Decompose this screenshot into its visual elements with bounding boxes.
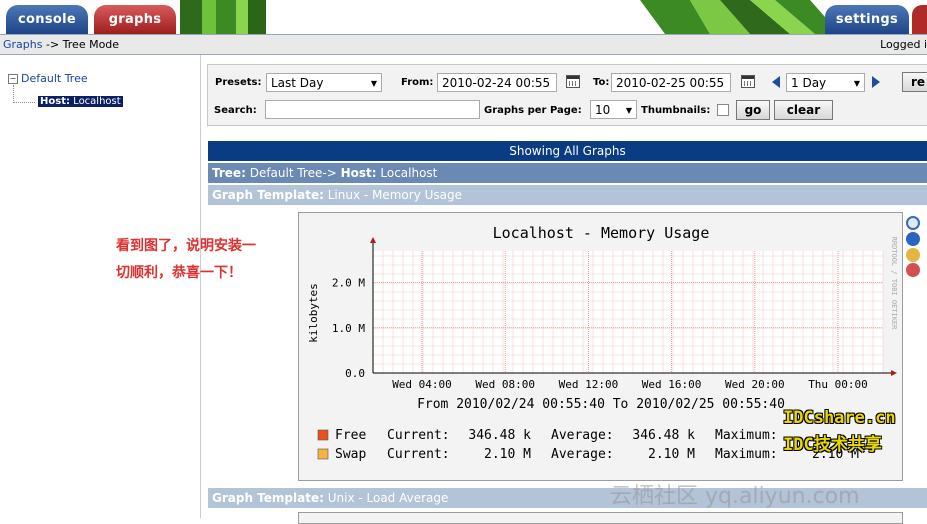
tab-edge-decoration [912,5,927,34]
legend-series-name: Free [335,428,366,443]
graph-template-header: Graph Template: Linux - Memory Usage [208,185,927,205]
legend-average-label: Average: [551,447,614,462]
chevron-down-icon: ▼ [853,79,860,88]
y-tick-label: 0.0 [345,367,365,380]
breadcrumb-separator: -> [45,38,60,51]
graph-template-prefix: Graph Template: [212,188,324,202]
x-tick-label: Wed 08:00 [475,378,535,391]
legend-maximum-label: Maximum: [715,428,778,443]
calendar-icon[interactable] [566,75,580,88]
to-date-input[interactable]: 2010-02-25 00:55 [611,73,731,92]
shift-left-icon[interactable] [772,76,780,88]
graph-template-prefix: Graph Template: [212,491,324,505]
graphs-per-page-label: Graphs per Page: [484,105,582,116]
calendar-icon[interactable] [741,75,755,88]
timespan-icon[interactable] [906,263,920,277]
x-tick-label: Wed 20:00 [725,378,785,391]
presets-label: Presets: [215,77,262,88]
host-prefix: Host: [340,166,377,180]
chart-title: Localhost - Memory Usage [493,224,710,242]
legend-swatch [317,448,329,460]
y-tick-label: 1.0 M [332,322,365,335]
graphs-per-page-value: 10 [595,103,611,117]
timespan-value: 1 Day [791,76,827,90]
graph-template-name: Unix - Load Average [327,491,449,505]
thumbnails-label: Thumbnails: [641,105,711,116]
collapse-icon[interactable]: − [8,74,18,84]
thumbnails-checkbox[interactable] [717,104,729,116]
breadcrumb-link-graphs[interactable]: Graphs [3,38,42,51]
download-icon[interactable] [906,232,920,246]
timespan-select[interactable]: 1 Day ▼ [786,73,865,92]
x-tick-label: Wed 04:00 [392,378,452,391]
tree-item-label: Default Tree [21,72,88,85]
annotation-text: 看到图了，说明安装一 [116,238,256,254]
rrdtool-credit: RRDTOOL / TOBI OETIKER [890,237,898,331]
chevron-down-icon: ▼ [370,79,377,88]
tree-host-name: Localhost [73,96,121,107]
presets-value: Last Day [271,76,324,90]
search-input[interactable] [265,100,480,119]
banner-decoration [180,0,840,34]
y-axis-arrow [370,237,376,243]
tree-host-prefix: Host: [40,96,70,107]
refresh-button[interactable]: re [902,72,927,92]
legend-swatch [317,429,329,441]
tree-connector [13,102,35,104]
legend-average-value: 346.48 k [632,428,695,443]
shift-right-icon[interactable] [872,76,880,88]
time-range-label: From 2010/02/24 00:55:40 To 2010/02/25 0… [417,397,785,412]
tab-settings[interactable]: settings [825,5,909,34]
graphs-per-page-select[interactable]: 10 ▼ [590,100,637,119]
y-axis-label: kilobytes [307,283,320,343]
to-label: To: [593,77,610,88]
watermark-text: 云栖社区 yq.aliyun.com [610,484,860,509]
tab-console[interactable]: console [6,5,88,34]
host-value: Localhost [380,166,438,180]
search-label: Search: [214,105,257,116]
y-tick-label: 2.0 M [332,277,365,290]
chevron-down-icon: ▼ [625,106,632,115]
tab-graphs[interactable]: graphs [94,5,176,34]
legend-current-label: Current: [387,447,450,462]
tree-item-default-tree[interactable]: − Default Tree [8,72,88,85]
graph-template-name: Linux - Memory Usage [327,188,463,202]
legend-maximum-label: Maximum: [715,447,778,462]
zoom-icon[interactable] [906,216,920,230]
from-label: From: [401,77,434,88]
graph-tree-panel: − Default Tree Host: Localhost [0,55,201,518]
watermark-text: IDC技术共享 [783,435,882,455]
showing-all-graphs-header: Showing All Graphs [208,141,927,161]
legend-series-name: Swap [335,447,366,462]
graph-filter-panel: Presets: Last Day ▼ From: 2010-02-24 00:5… [207,64,927,126]
tree-connector [13,85,15,103]
legend-current-label: Current: [387,428,450,443]
breadcrumb-current: Tree Mode [62,38,120,51]
x-tick-label: Wed 16:00 [642,378,702,391]
top-banner: console graphs settings [0,0,927,34]
presets-select[interactable]: Last Day ▼ [266,73,382,92]
tree-host-header: Tree: Default Tree-> Host: Localhost [208,163,927,183]
tree-prefix: Tree: [212,166,246,180]
load-average-graph[interactable] [298,512,903,524]
x-axis-arrow [891,370,897,376]
tree-item-host-localhost[interactable]: Host: Localhost [38,96,123,107]
legend-average-label: Average: [551,428,614,443]
breadcrumb-bar: Graphs -> Tree Mode Logged i [0,34,927,55]
x-tick-label: Thu 00:00 [808,378,868,391]
edit-icon[interactable] [906,248,920,262]
clear-button[interactable]: clear [774,100,833,120]
watermark-text: IDCshare.cn [783,408,896,428]
legend-current-value: 346.48 k [468,428,531,443]
breadcrumb: Graphs -> Tree Mode [3,38,119,51]
x-tick-label: Wed 12:00 [559,378,619,391]
legend-current-value: 2.10 M [484,447,531,462]
tree-value: Default Tree-> [249,166,337,180]
annotation-text: 切顺利，恭喜一下！ [116,265,242,281]
logged-in-status: Logged i [880,38,927,51]
go-button[interactable]: go [736,100,770,120]
from-date-input[interactable]: 2010-02-24 00:55 [437,73,557,92]
legend-average-value: 2.10 M [648,447,695,462]
